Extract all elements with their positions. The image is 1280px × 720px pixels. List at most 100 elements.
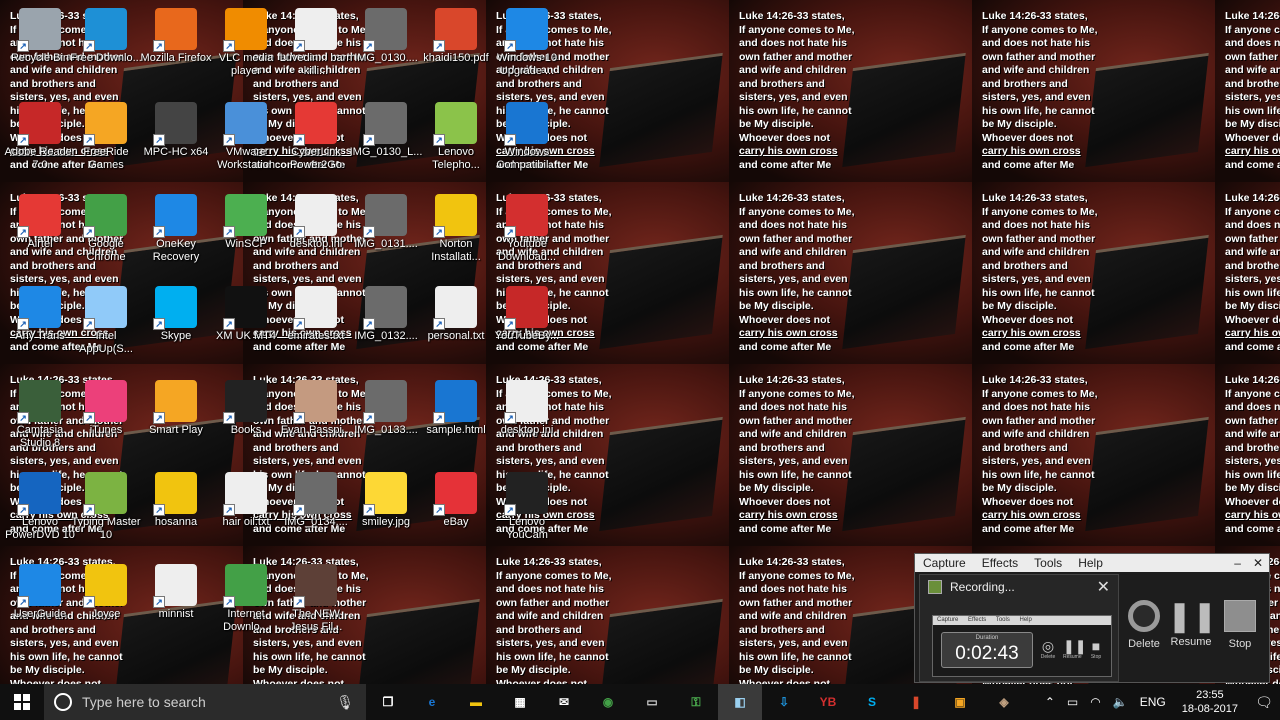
microphone-icon[interactable]: 🎙 [336, 694, 354, 711]
desktop-icon[interactable]: ↗ desktop.ini [276, 190, 356, 278]
desktop-icon[interactable]: ↗ Mozilla Firefox [136, 4, 216, 92]
resume-button[interactable]: ❚❚ Resume [1167, 598, 1217, 648]
clock[interactable]: 23:55 18-08-2017 [1172, 688, 1248, 716]
taskbar-app-vmware[interactable]: ▣ [938, 684, 982, 720]
desktop-icon[interactable]: ↗ IMG_0130_L... [346, 98, 426, 186]
shortcut-arrow-icon: ↗ [83, 40, 95, 52]
shortcut-arrow-icon: ↗ [153, 596, 165, 608]
recorder-menubar: Capture Effects Tools Help – ✕ [915, 554, 1269, 572]
taskbar-app-chrome[interactable]: ◉ [586, 684, 630, 720]
desktop-icon[interactable]: ↗ Intel AppUp(S... [66, 282, 146, 370]
desktop-icon-label: IMG_0132.... [354, 330, 418, 342]
resume-label: Resume [1170, 636, 1212, 648]
desktop-icon[interactable]: ↗ iTunes [66, 376, 146, 464]
taskbar-app-file-explorer[interactable]: ▬ [454, 684, 498, 720]
desktop-icon[interactable]: ↗ sample.html [416, 376, 496, 464]
desktop-icon[interactable]: ↗ IMG_0130.... [346, 4, 426, 92]
window-close-button[interactable]: ✕ [1247, 556, 1269, 570]
desktop-icon-label: IMG_0130_L... [349, 146, 423, 158]
taskbar-app-download-app[interactable]: ⇩ [762, 684, 806, 720]
desktop-icon-label: sample.html [426, 424, 486, 436]
shortcut-arrow-icon: ↗ [223, 412, 235, 424]
action-center-icon[interactable]: 🗨 [1248, 694, 1280, 711]
delete-label: Delete [1128, 638, 1160, 650]
menu-capture[interactable]: Capture [915, 556, 974, 570]
system-tray: ⌃ ▭ ◠ 🔈 ENG 23:55 18-08-2017 🗨 [1039, 684, 1280, 720]
menu-help[interactable]: Help [1070, 556, 1111, 570]
taskbar-app-mail[interactable]: ✉ [542, 684, 586, 720]
desktop-icon[interactable]: ↗ FreeRide Games [66, 98, 146, 186]
desktop-icon[interactable]: ↗ hair oil.txt [206, 468, 286, 556]
taskbar-app-youtube-byclick[interactable]: YB [806, 684, 850, 720]
desktop-icon[interactable]: ↗ personal.txt [416, 282, 496, 370]
network-icon[interactable]: ◠ [1084, 695, 1106, 709]
desktop-icon[interactable]: ↗ Skype [136, 282, 216, 370]
desktop-icon[interactable]: ↗ khaidi150.pdf [416, 4, 496, 92]
popup-close-icon[interactable]: ✕ [1097, 577, 1110, 597]
menu-tools[interactable]: Tools [1026, 556, 1070, 570]
desktop-icon[interactable]: ↗ CyberLink Power2Go [276, 98, 356, 186]
stop-button[interactable]: Stop [1216, 598, 1264, 650]
desktop-icon[interactable]: ↗ Evan Passpi... [276, 376, 356, 464]
battery-icon[interactable]: ▭ [1061, 695, 1084, 709]
desktop-icon[interactable]: ↗ IMG_0133.... [346, 376, 426, 464]
desktop-icon[interactable]: ↗ IMG_0134.... [276, 468, 356, 556]
delete-button[interactable]: Delete [1120, 598, 1168, 650]
volume-icon[interactable]: 🔈 [1107, 695, 1134, 709]
minimize-button[interactable]: – [1228, 556, 1247, 570]
desktop-icon[interactable]: ↗ Windows 10 Upgrade ... [487, 4, 567, 92]
duration-value: 0:02:43 [955, 643, 1019, 664]
taskbar-app-camtasia-recorder[interactable]: ◈ [982, 684, 1026, 720]
desktop-icon[interactable]: ↗ Lenovo YouCam [487, 468, 567, 556]
desktop-icon[interactable]: ↗ minnist [136, 560, 216, 648]
taskbar-app-skype[interactable]: S [850, 684, 894, 720]
desktop-icon[interactable]: ↗ IMG_0131.... [346, 190, 426, 278]
clock-time: 23:55 [1196, 689, 1224, 701]
desktop-icon[interactable]: ↗ Typing Master 10 [66, 468, 146, 556]
mini-delete-label: Delete [1040, 654, 1056, 660]
desktop-icon[interactable]: ↗ desktop.ini [487, 376, 567, 464]
show-hidden-icons[interactable]: ⌃ [1039, 695, 1061, 709]
recorder-icon [928, 580, 942, 594]
desktop-icon[interactable]: ↗ IMG_0132.... [346, 282, 426, 370]
desktop-icon[interactable]: ↗ Luvedin... barn killi... [276, 4, 356, 92]
desktop-icon[interactable]: ↗ Books [206, 376, 286, 464]
desktop-icon[interactable]: ↗ eBay [416, 468, 496, 556]
desktop-icon[interactable]: ↗ Free Downlo... [66, 4, 146, 92]
desktop-icon[interactable]: ↗ Norton Installati... [416, 190, 496, 278]
desktop-icon[interactable]: ↗ The NEW Jesus Fil... [276, 560, 356, 648]
desktop-icon[interactable]: ↗ Windows Compatibil... [487, 98, 567, 186]
taskbar-search[interactable]: Type here to search 🎙 [44, 684, 366, 720]
desktop-icon[interactable]: ↗ Youtube Download... [487, 190, 567, 278]
desktop-icon[interactable]: ↗ Internet Downlo... [206, 560, 286, 648]
desktop-icon[interactable]: ↗ hosanna [136, 468, 216, 556]
desktop-icon[interactable]: ↗ Google Chrome [66, 190, 146, 278]
desktop-icon[interactable]: ↗ XM UK MT4 [206, 282, 286, 370]
start-button[interactable] [0, 684, 44, 720]
desktop-icon[interactable]: ↗ OneKey Recovery [136, 190, 216, 278]
desktop-icon[interactable]: ↗ Smart Play [136, 376, 216, 464]
taskbar-app-terminal[interactable]: ▭ [630, 684, 674, 720]
photo-icon: ↗ [363, 286, 407, 330]
shortcut-arrow-icon: ↗ [17, 596, 29, 608]
desktop-icon[interactable]: ↗ Lenovo Telepho... [416, 98, 496, 186]
desktop-icon[interactable]: ↗ VLC media player [206, 4, 286, 92]
desktop-icon[interactable]: ↗ MPC-HC x64 [136, 98, 216, 186]
language-indicator[interactable]: ENG [1134, 695, 1172, 709]
desktop-icon-label: IMG_0130.... [354, 52, 418, 64]
desktop-icon[interactable]: ↗ Joyce [66, 560, 146, 648]
taskbar-app-winscp[interactable]: ⚿ [674, 684, 718, 720]
youcam-icon: ↗ [504, 472, 548, 516]
desktop-icon[interactable]: ↗ emirates.txt [276, 282, 356, 370]
menu-effects[interactable]: Effects [974, 556, 1026, 570]
taskbar-app-camtasia[interactable]: ◧ [718, 684, 762, 720]
taskbar-app-pdf-app[interactable]: ❚ [894, 684, 938, 720]
taskbar-app-task-view[interactable]: ❐ [366, 684, 410, 720]
desktop-icon[interactable]: ↗ WinSCP [206, 190, 286, 278]
taskbar-app-edge[interactable]: e [410, 684, 454, 720]
desktop-icon[interactable]: ↗ VMware Workstation [206, 98, 286, 186]
taskbar-app-store[interactable]: ▦ [498, 684, 542, 720]
desktop-icon[interactable]: ↗ YouTubeBy... [487, 282, 567, 370]
desktop-icon[interactable]: ↗ smiley.jpg [346, 468, 426, 556]
shortcut-arrow-icon: ↗ [223, 596, 235, 608]
